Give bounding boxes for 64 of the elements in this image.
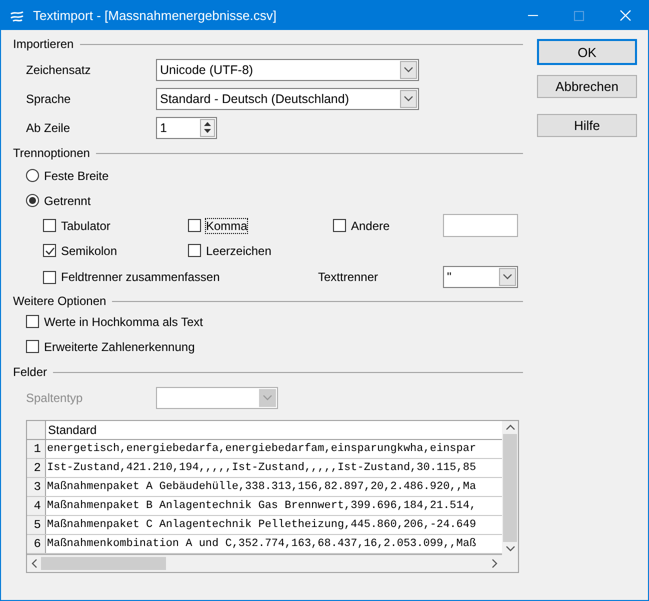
chevron-down-icon[interactable] (404, 96, 413, 102)
field-label: Zeichensatz (26, 62, 92, 76)
checkbox-label[interactable]: Tabulator (61, 218, 110, 232)
chevron-left-icon[interactable] (31, 559, 37, 568)
checkbox[interactable] (26, 315, 39, 328)
radio-label[interactable]: Feste Breite (44, 168, 109, 182)
dialog-button[interactable]: Hilfe (537, 114, 637, 137)
chevron-up-icon[interactable] (506, 424, 514, 430)
checkbox[interactable] (43, 219, 56, 232)
vertical-scrollbar[interactable] (502, 421, 518, 555)
table-cell-text: energetisch,energiebedarfa,energiebedarfam,einsparungkwha,einspar (46, 442, 476, 457)
horizontal-scrollbar[interactable] (27, 555, 502, 572)
row-number: 2 (27, 459, 46, 477)
table-cell-text: Maßnahmenkombination A und C,352.774,163,68.437,16,2.053.099,,Maß (46, 537, 476, 552)
checkbox-label[interactable]: Komma (206, 218, 248, 232)
radio-label[interactable]: Getrennt (44, 194, 91, 208)
spin-down-icon[interactable] (204, 129, 211, 133)
chevron-down-icon[interactable] (506, 546, 514, 552)
radio-button[interactable] (26, 169, 39, 182)
row-number: 3 (27, 478, 46, 496)
checkbox[interactable] (43, 244, 56, 257)
checkbox[interactable] (188, 219, 201, 232)
checkbox[interactable] (188, 244, 201, 257)
spin-field[interactable]: 1 (156, 116, 217, 138)
spin-up-icon[interactable] (204, 122, 211, 126)
field-label: Ab Zeile (26, 120, 72, 134)
row-number: 1 (27, 440, 46, 458)
table-cell-text: Maßnahmenpaket A Gebäudehülle,338.313,156,82.897,20,2.486.920,,Ma (46, 480, 476, 495)
checkbox-label[interactable]: Werte in Hochkomma als Text (44, 314, 203, 328)
checkbox-label[interactable]: Feldtrenner zusammenfassen (61, 270, 220, 284)
field-label: Spaltentyp (26, 390, 84, 404)
chevron-down-icon[interactable] (503, 274, 512, 280)
column-header[interactable]: Standard (46, 421, 97, 439)
input-field[interactable] (443, 214, 518, 237)
row-number: 4 (27, 497, 46, 515)
chevron-down-icon[interactable] (404, 66, 413, 72)
radio-button[interactable] (26, 194, 39, 207)
section-heading: Felder (13, 365, 48, 379)
checkbox[interactable] (26, 340, 39, 353)
checkbox-label[interactable]: Andere (351, 218, 390, 232)
section-heading: Weitere Optionen (13, 294, 106, 308)
field-label: Sprache (26, 92, 72, 106)
section-heading: Importieren (13, 37, 74, 51)
field-label: Texttrenner (318, 270, 380, 284)
dropdown[interactable]: Standard - Deutsch (Deutschland) (156, 88, 419, 110)
checkbox-label[interactable]: Erweiterte Zahlenerkennung (44, 340, 195, 354)
table-cell-text: Ist-Zustand,421.210,194,,,,,Ist-Zustand,,,,,Ist-Zustand,30.115,85 (46, 461, 476, 476)
chevron-right-icon[interactable] (492, 559, 498, 568)
close-icon[interactable] (620, 10, 630, 21)
table-cell-text: Maßnahmenpaket B Anlagentechnik Gas Brennwert,399.696,184,21.514, (46, 499, 476, 514)
section-heading: Trennoptionen (13, 146, 90, 160)
checkbox-label[interactable]: Leerzeichen (206, 244, 272, 258)
window-title: Textimport - [Massnahmenergebnisse.csv] (33, 8, 278, 23)
checkbox[interactable] (43, 270, 56, 284)
checkbox-label[interactable]: Semikolon (61, 244, 118, 258)
dialog-button[interactable]: OK (537, 39, 637, 65)
dropdown[interactable]: " (443, 266, 518, 288)
checkbox[interactable] (333, 219, 346, 232)
dialog-button[interactable]: Abbrechen (537, 75, 637, 98)
dropdown[interactable]: Unicode (UTF-8) (156, 58, 419, 80)
table-cell-text: Maßnahmenpaket C Anlagentechnik Pelletheizung,445.860,206,-24.649 (46, 518, 476, 533)
row-number: 5 (27, 516, 46, 534)
row-number: 6 (27, 535, 46, 553)
app-icon (9, 8, 25, 22)
